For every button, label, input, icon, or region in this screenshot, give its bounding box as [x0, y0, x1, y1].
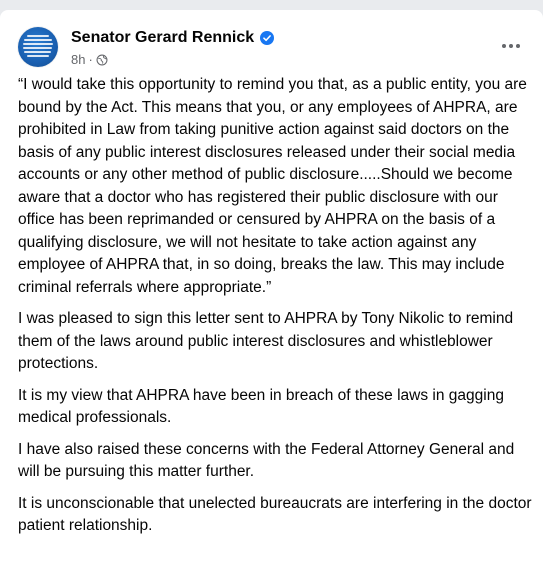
post-paragraph: It is my view that AHPRA have been in br… — [18, 386, 504, 427]
post-paragraph-quote: “I would take this opportunity to remind… — [18, 76, 527, 296]
globe-icon[interactable] — [96, 54, 108, 66]
meta-separator: · — [88, 52, 93, 67]
author-row: Senator Gerard Rennick — [71, 29, 275, 47]
post-body: “I would take this opportunity to remind… — [18, 74, 533, 547]
more-options-icon[interactable] — [497, 36, 525, 56]
post-timestamp[interactable]: 8h — [71, 52, 85, 67]
post-meta: 8h · — [71, 52, 108, 67]
post-paragraph: I have also raised these concerns with t… — [18, 440, 515, 481]
author-name[interactable]: Senator Gerard Rennick — [71, 29, 254, 47]
post-paragraph: I was pleased to sign this letter sent t… — [18, 310, 514, 372]
verified-badge-icon — [260, 31, 275, 45]
author-avatar[interactable] — [18, 27, 58, 67]
post-paragraph: It is unconscionable that unelected bure… — [18, 494, 532, 535]
post-card: Senator Gerard Rennick 8h · “I would tak… — [0, 10, 543, 565]
